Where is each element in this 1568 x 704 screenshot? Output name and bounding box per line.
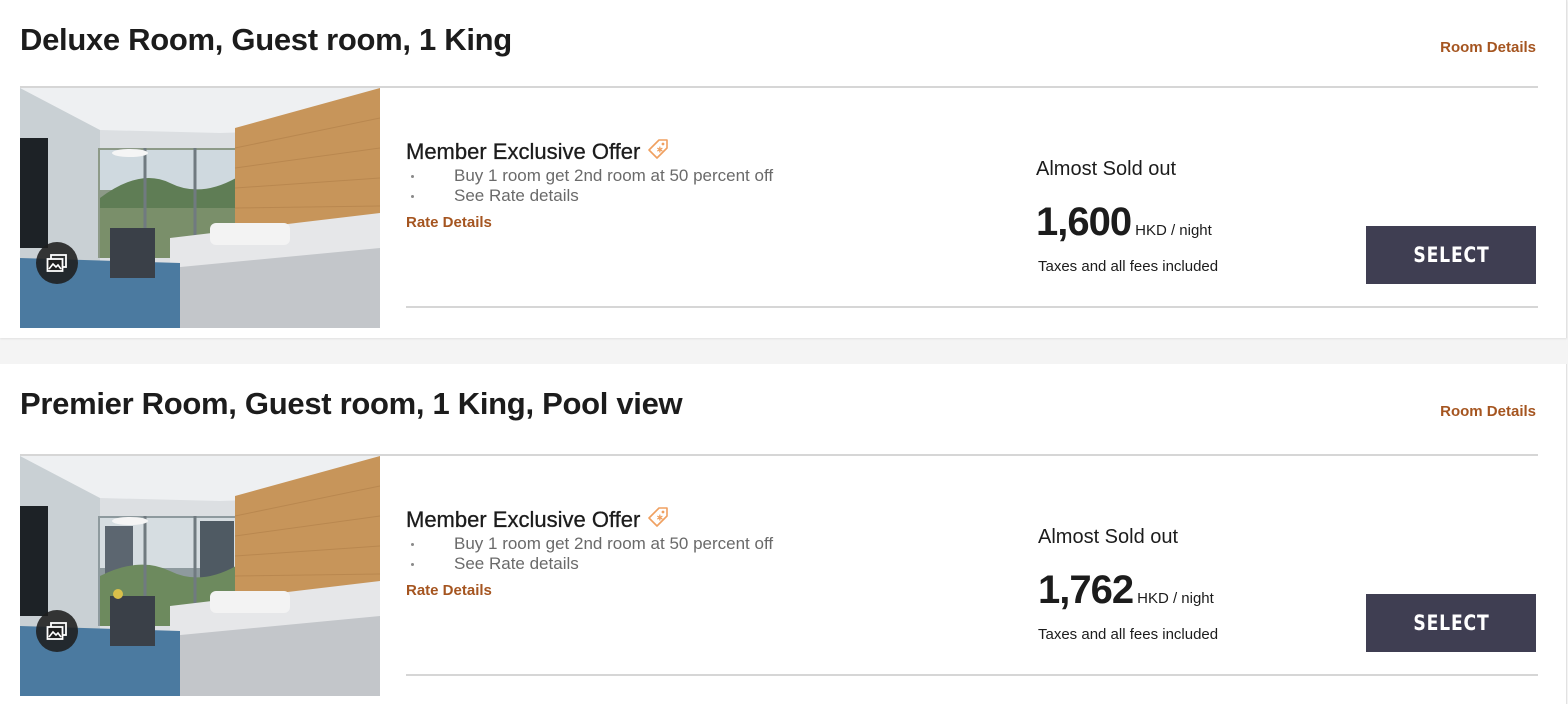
offer-bullet-list: Buy 1 room get 2nd room at 50 percent of… (406, 534, 773, 574)
photo-gallery-icon (46, 621, 68, 641)
taxes-note: Taxes and all fees included (1038, 258, 1219, 275)
room-details-link[interactable]: Room Details (1440, 403, 1536, 420)
room-title: Deluxe Room, Guest room, 1 King (20, 22, 512, 57)
divider (406, 674, 1538, 676)
photo-gallery-button[interactable] (36, 242, 78, 284)
room-photo-image (20, 88, 380, 328)
room-details-link[interactable]: Room Details (1440, 39, 1536, 56)
offer-bullet: Buy 1 room get 2nd room at 50 percent of… (406, 166, 773, 186)
price-amount: 1,762 (1038, 568, 1134, 612)
offer-title-text: Member Exclusive Offer (406, 139, 641, 164)
svg-text:✱: ✱ (657, 146, 664, 155)
divider (406, 306, 1538, 308)
photo-gallery-button[interactable] (36, 610, 78, 652)
availability-status: Almost Sold out (1036, 158, 1177, 180)
room-photo-image (20, 456, 380, 696)
price-amount: 1,600 (1036, 200, 1132, 244)
offer-title: Member Exclusive Offer ✱ (406, 137, 670, 167)
tag-icon: ✱ (646, 137, 670, 167)
taxes-note: Taxes and all fees included (1038, 626, 1219, 643)
room-card: Premier Room, Guest room, 1 King, Pool v… (0, 364, 1567, 704)
rate-details-link[interactable]: Rate Details (406, 582, 492, 599)
price: 1,600 HKD / night (1036, 200, 1212, 245)
price: 1,762 HKD / night (1038, 568, 1214, 613)
room-title: Premier Room, Guest room, 1 King, Pool v… (20, 386, 683, 421)
offer-bullet: See Rate details (406, 554, 773, 574)
rate-details-link[interactable]: Rate Details (406, 214, 492, 231)
room-photo[interactable] (20, 456, 380, 696)
room-photo[interactable] (20, 88, 380, 328)
availability-status: Almost Sold out (1038, 526, 1179, 548)
offer-title: Member Exclusive Offer ✱ (406, 505, 670, 535)
price-unit: HKD / night (1135, 222, 1212, 239)
svg-text:✱: ✱ (657, 514, 664, 523)
select-button[interactable]: SELECT (1366, 226, 1536, 284)
offer-bullet-list: Buy 1 room get 2nd room at 50 percent of… (406, 166, 773, 206)
price-unit: HKD / night (1137, 590, 1214, 607)
select-button-label: SELECT (1412, 243, 1490, 267)
offer-title-text: Member Exclusive Offer (406, 507, 641, 532)
offer-bullet: Buy 1 room get 2nd room at 50 percent of… (406, 534, 773, 554)
select-button[interactable]: SELECT (1366, 594, 1536, 652)
photo-gallery-icon (46, 253, 68, 273)
offer-bullet: See Rate details (406, 186, 773, 206)
select-button-label: SELECT (1412, 611, 1490, 635)
tag-icon: ✱ (646, 505, 670, 535)
room-card: Deluxe Room, Guest room, 1 King Room Det… (0, 0, 1567, 338)
